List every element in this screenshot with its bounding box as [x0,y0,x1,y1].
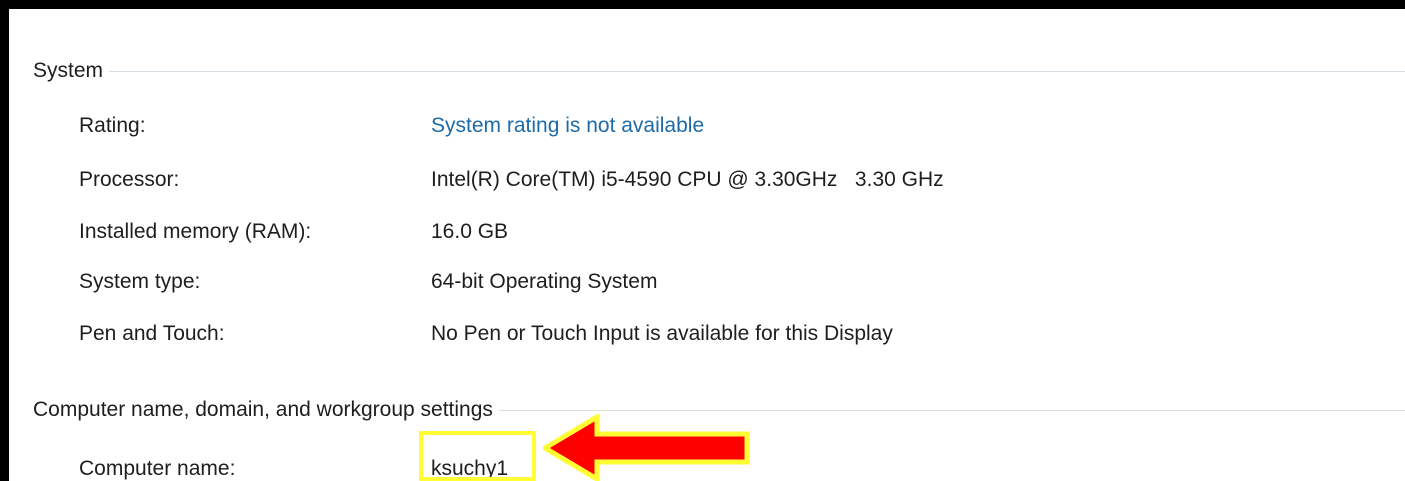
memory-label: Installed memory (RAM): [79,220,312,243]
rating-row: Rating: System rating is not available [79,111,704,141]
left-arrow-icon [543,414,750,481]
memory-row: Installed memory (RAM): 16.0 GB [79,217,508,247]
computer-name-label: Computer name: [79,457,236,480]
memory-value: 16.0 GB [431,220,509,243]
system-type-label: System type: [79,270,201,293]
system-type-value: 64-bit Operating System [431,270,658,293]
system-group-title: System [33,59,104,82]
processor-label: Processor: [79,168,180,191]
pen-touch-row: Pen and Touch: No Pen or Touch Input is … [79,319,893,349]
system-type-row: System type: 64-bit Operating System [79,267,657,297]
group-divider [498,409,1405,411]
computer-group-title: Computer name, domain, and workgroup set… [33,398,493,421]
system-rating-link[interactable]: System rating is not available [431,114,704,138]
computer-name-highlight-box [419,431,536,481]
screenshot-frame: System Rating: System rating is not avai… [0,0,1405,481]
processor-row: Processor: Intel(R) Core(TM) i5-4590 CPU… [79,165,944,195]
processor-value: Intel(R) Core(TM) i5-4590 CPU @ 3.30GHz … [431,168,944,191]
pen-touch-label: Pen and Touch: [79,322,225,345]
rating-label: Rating: [79,114,146,137]
group-divider [109,70,1405,72]
system-group-header: System [33,56,1405,86]
pen-touch-value: No Pen or Touch Input is available for t… [431,322,893,345]
